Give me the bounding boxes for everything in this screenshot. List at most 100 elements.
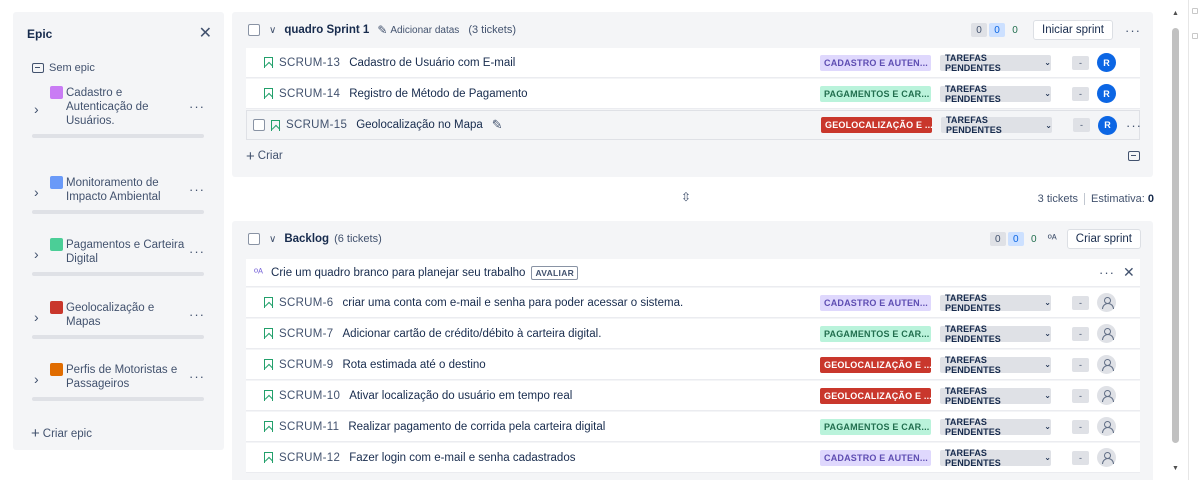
epic-tag[interactable]: GEOLOCALIZAÇÃO E ... bbox=[820, 356, 931, 373]
story-points[interactable]: - bbox=[1072, 326, 1089, 341]
issue-key[interactable]: SCRUM-9 bbox=[279, 359, 334, 371]
chevron-down-icon[interactable]: ∨ bbox=[269, 234, 276, 245]
issue-row[interactable]: SCRUM-13 Cadastro de Usuário com E-mail CA… bbox=[246, 48, 1140, 78]
more-icon[interactable]: ··· bbox=[189, 99, 205, 114]
more-icon[interactable]: ··· bbox=[1126, 118, 1142, 133]
issue-row[interactable]: SCRUM-12 Fazer login com e-mail e senha c… bbox=[246, 443, 1140, 473]
more-icon[interactable]: ··· bbox=[1099, 265, 1115, 280]
issue-row[interactable]: SCRUM-9 Rota estimada até o destino GEOLOC… bbox=[246, 350, 1140, 380]
avatar[interactable]: R bbox=[1097, 84, 1116, 103]
status-dropdown[interactable]: TAREFAS PENDENTES ⌄ bbox=[941, 115, 1052, 135]
status-dropdown[interactable]: TAREFAS PENDENTES ⌄ bbox=[940, 448, 1051, 468]
issue-row[interactable]: SCRUM-11 Realizar pagamento de corrida pe… bbox=[246, 412, 1140, 442]
start-sprint-button[interactable]: Iniciar sprint bbox=[1033, 20, 1113, 40]
issue-checkbox[interactable] bbox=[253, 119, 265, 131]
epic-tag[interactable]: PAGAMENTOS E CAR... bbox=[820, 85, 931, 102]
story-points[interactable]: - bbox=[1072, 419, 1089, 434]
no-epic-filter[interactable]: Sem epic bbox=[13, 60, 224, 76]
issue-key[interactable]: SCRUM-11 bbox=[279, 421, 339, 433]
chevron-right-icon[interactable]: › bbox=[34, 371, 39, 387]
issue-key[interactable]: SCRUM-12 bbox=[279, 452, 340, 464]
issue-summary[interactable]: Adicionar cartão de crédito/débito à car… bbox=[343, 328, 602, 340]
status-dropdown[interactable]: TAREFAS PENDENTES ⌄ bbox=[940, 417, 1051, 437]
close-icon[interactable]: ✕ bbox=[1123, 264, 1135, 281]
status-dropdown[interactable]: TAREFAS PENDENTES ⌄ bbox=[940, 53, 1051, 73]
status-dropdown[interactable]: TAREFAS PENDENTES ⌄ bbox=[940, 386, 1051, 406]
more-icon[interactable]: ··· bbox=[1125, 23, 1141, 38]
status-dropdown[interactable]: TAREFAS PENDENTES ⌄ bbox=[940, 84, 1051, 104]
issue-key[interactable]: SCRUM-14 bbox=[279, 88, 340, 100]
epic-tag[interactable]: GEOLOCALIZAÇÃO E ... bbox=[821, 117, 932, 133]
create-issue-row[interactable]: + Criar bbox=[246, 142, 1140, 170]
epic-tag[interactable]: CADASTRO E AUTEN... bbox=[820, 449, 931, 466]
issue-key[interactable]: SCRUM-15 bbox=[286, 119, 347, 131]
issue-key[interactable]: SCRUM-6 bbox=[279, 297, 334, 309]
more-icon[interactable]: ··· bbox=[189, 182, 205, 197]
more-icon[interactable]: ··· bbox=[189, 244, 205, 259]
group-icon[interactable]: ºᴬ bbox=[1048, 233, 1057, 245]
sprint-checkbox[interactable] bbox=[248, 24, 260, 36]
chevron-right-icon[interactable]: › bbox=[34, 246, 39, 262]
avatar[interactable] bbox=[1097, 386, 1116, 405]
status-dropdown[interactable]: TAREFAS PENDENTES ⌄ bbox=[940, 355, 1051, 375]
chevron-down-icon: ⌄ bbox=[1045, 120, 1052, 130]
status-dropdown[interactable]: TAREFAS PENDENTES ⌄ bbox=[940, 293, 1051, 313]
drag-handle-icon[interactable]: ⇳ bbox=[681, 190, 691, 204]
issue-key[interactable]: SCRUM-10 bbox=[279, 390, 340, 402]
issue-summary[interactable]: criar uma conta com e-mail e senha para … bbox=[343, 297, 684, 309]
chevron-right-icon[interactable]: › bbox=[34, 184, 39, 200]
close-icon[interactable]: ✕ bbox=[199, 26, 212, 42]
issue-row[interactable]: SCRUM-14 Registro de Método de Pagamento P… bbox=[246, 79, 1140, 109]
avatar[interactable] bbox=[1097, 448, 1116, 467]
banner-text[interactable]: Crie um quadro branco para planejar seu … bbox=[271, 267, 525, 279]
vertical-scrollbar[interactable]: ▲ ▼ bbox=[1169, 10, 1183, 472]
epic-tag[interactable]: CADASTRO E AUTEN... bbox=[820, 294, 931, 311]
scroll-down-icon[interactable]: ▼ bbox=[1172, 465, 1179, 472]
issue-summary[interactable]: Fazer login com e-mail e senha cadastrad… bbox=[349, 452, 575, 464]
story-points[interactable]: - bbox=[1072, 357, 1089, 372]
create-sprint-button[interactable]: Criar sprint bbox=[1066, 229, 1141, 249]
scrollbar-thumb[interactable] bbox=[1172, 28, 1179, 443]
avatar[interactable] bbox=[1097, 355, 1116, 374]
issue-summary[interactable]: Registro de Método de Pagamento bbox=[349, 88, 527, 100]
chevron-down-icon[interactable]: ∨ bbox=[269, 25, 276, 36]
avatar[interactable]: R bbox=[1098, 115, 1117, 135]
issue-summary[interactable]: Geolocalização no Mapa bbox=[356, 119, 483, 131]
issue-row[interactable]: SCRUM-6 criar uma conta com e-mail e senh… bbox=[246, 288, 1140, 318]
issue-row[interactable]: SCRUM-10 Ativar localização do usuário em… bbox=[246, 381, 1140, 411]
story-points[interactable]: - bbox=[1072, 86, 1089, 101]
issue-summary[interactable]: Rota estimada até o destino bbox=[343, 359, 486, 371]
more-icon[interactable]: ··· bbox=[189, 369, 205, 384]
avatar[interactable] bbox=[1097, 293, 1116, 312]
story-points[interactable]: - bbox=[1072, 55, 1089, 70]
more-icon[interactable]: ··· bbox=[189, 307, 205, 322]
issue-summary[interactable]: Cadastro de Usuário com E-mail bbox=[349, 57, 515, 69]
avatar[interactable]: R bbox=[1097, 53, 1116, 72]
issue-row[interactable]: SCRUM-7 Adicionar cartão de crédito/débit… bbox=[246, 319, 1140, 349]
story-icon bbox=[264, 421, 273, 432]
issue-summary[interactable]: Realizar pagamento de corrida pela carte… bbox=[348, 421, 605, 433]
avatar[interactable] bbox=[1097, 417, 1116, 436]
story-points[interactable]: - bbox=[1072, 450, 1089, 465]
epic-tag[interactable]: PAGAMENTOS E CAR... bbox=[820, 418, 931, 435]
add-dates-link[interactable]: ✎ Adicionar datas bbox=[377, 23, 459, 37]
edit-icon[interactable]: ✎ bbox=[492, 117, 503, 133]
issue-row[interactable]: SCRUM-15 Geolocalização no Mapa ✎ GEOLOCALI… bbox=[246, 110, 1142, 140]
epic-tag[interactable]: PAGAMENTOS E CAR... bbox=[820, 325, 931, 342]
story-points[interactable]: - bbox=[1072, 295, 1089, 310]
scroll-up-icon[interactable]: ▲ bbox=[1172, 10, 1179, 17]
epic-tag[interactable]: GEOLOCALIZAÇÃO E ... bbox=[820, 387, 931, 404]
story-points[interactable]: - bbox=[1072, 388, 1089, 403]
tray-button[interactable] bbox=[1128, 151, 1140, 161]
chevron-right-icon[interactable]: › bbox=[34, 101, 39, 117]
chevron-right-icon[interactable]: › bbox=[34, 309, 39, 325]
issue-summary[interactable]: Ativar localização do usuário em tempo r… bbox=[349, 390, 572, 402]
backlog-checkbox[interactable] bbox=[248, 233, 260, 245]
avatar[interactable] bbox=[1097, 324, 1116, 343]
issue-key[interactable]: SCRUM-7 bbox=[279, 328, 334, 340]
create-epic-button[interactable]: + Criar epic bbox=[31, 426, 92, 441]
status-dropdown[interactable]: TAREFAS PENDENTES ⌄ bbox=[940, 324, 1051, 344]
story-points[interactable]: - bbox=[1073, 118, 1090, 132]
issue-key[interactable]: SCRUM-13 bbox=[279, 57, 340, 69]
epic-tag[interactable]: CADASTRO E AUTEN... bbox=[820, 54, 931, 71]
